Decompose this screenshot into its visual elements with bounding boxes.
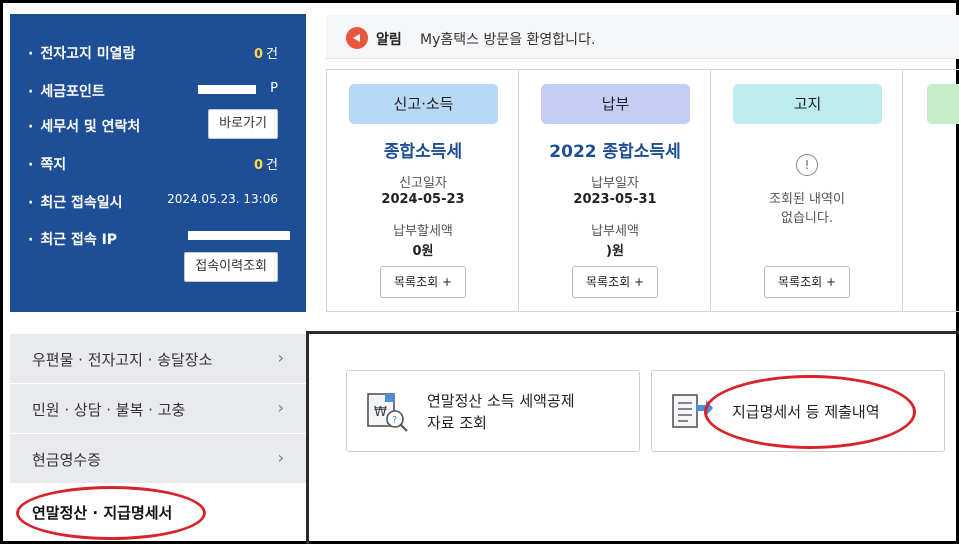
payment-list-button[interactable]: 목록조회 + <box>572 266 658 298</box>
points-label: 세금포인트 <box>28 81 104 101</box>
points-unit: P <box>270 81 278 96</box>
tax-agent-row: 세무서 및 연락처 바로가기 <box>10 109 306 139</box>
section-vertical-divider <box>306 331 309 544</box>
svg-text:₩: ₩ <box>374 405 387 420</box>
filing-list-button[interactable]: 목록조회 + <box>380 266 466 298</box>
last-login-label: 최근 접속일시 <box>28 192 122 212</box>
messages-row[interactable]: 쪽지 0건 <box>10 147 306 177</box>
card-notice: 고지 ! 조회된 내역이 없습니다. 목록조회 + <box>711 70 903 311</box>
annotation-ellipse-service <box>704 375 916 449</box>
tax-due-value: 0원 <box>412 244 434 259</box>
pill-partial[interactable] <box>927 84 959 124</box>
filing-date-value: 2024-05-23 <box>381 192 465 207</box>
exclamation-icon: ! <box>796 154 818 176</box>
card-payment: 납부 2022 종합소득세 납부일자 2023-05-31 납부세액 )원 목록… <box>519 70 711 311</box>
chevron-right-icon: › <box>277 398 284 417</box>
tax-due-label: 납부할세액 <box>393 224 453 239</box>
tax-agent-label: 세무서 및 연락처 <box>28 116 140 136</box>
card-filing-title[interactable]: 종합소득세 <box>327 137 519 162</box>
service-deduction-label: 연말정산 소득 세액공제 자료 조회 <box>427 392 575 432</box>
pill-filing[interactable]: 신고·소득 <box>349 84 498 124</box>
login-history-button[interactable]: 접속이력조회 <box>184 252 278 282</box>
summary-cards: 신고·소득 종합소득세 신고일자 2024-05-23 납부할세액 0원 목록조… <box>326 69 959 312</box>
chevron-right-icon: › <box>277 348 284 367</box>
card-filing: 신고·소득 종합소득세 신고일자 2024-05-23 납부할세액 0원 목록조… <box>327 70 519 311</box>
menu-item-civil[interactable]: 민원 · 상담 · 불복 · 고충 › <box>10 384 306 434</box>
last-login-row: 최근 접속일시 2024.05.23. 13:06 <box>10 185 306 215</box>
menu-item-cash-receipt[interactable]: 현금영수증 › <box>10 434 306 484</box>
last-login-value: 2024.05.23. 13:06 <box>167 192 278 206</box>
payment-date-value: 2023-05-31 <box>573 192 657 207</box>
annotation-ellipse-menu <box>16 486 206 540</box>
points-row: 세금포인트 P <box>10 74 306 104</box>
svg-text:?: ? <box>392 415 397 426</box>
notice-list-button[interactable]: 목록조회 + <box>764 266 850 298</box>
last-ip-label: 최근 접속 IP <box>28 229 117 249</box>
empty-message: 조회된 내역이 없습니다. <box>769 192 845 226</box>
chevron-right-icon: › <box>277 448 284 467</box>
payment-date-label: 납부일자 <box>591 176 639 191</box>
pill-payment[interactable]: 납부 <box>541 84 690 124</box>
last-ip-row: 최근 접속 IP <box>10 222 306 252</box>
user-info-panel: 전자고지 미열람 0건 세금포인트 P 세무서 및 연락처 바로가기 쪽지 0건… <box>10 14 306 312</box>
menu-item-mail[interactable]: 우편물 · 전자고지 · 송달장소 › <box>10 334 306 384</box>
notice-bar: 알림 My홈택스 방문을 환영합니다. <box>326 15 959 59</box>
notices-row[interactable]: 전자고지 미열람 0건 <box>10 36 306 66</box>
points-redaction <box>198 85 256 94</box>
pill-notice[interactable]: 고지 <box>733 84 882 124</box>
tax-paid-label: 납부세액 <box>591 224 639 239</box>
card-partial <box>903 70 959 311</box>
won-document-search-icon: ₩ ? <box>367 393 408 432</box>
notice-label: 알림 <box>376 32 402 48</box>
notice-text: My홈택스 방문을 환영합니다. <box>420 32 596 48</box>
megaphone-icon <box>346 27 368 49</box>
notices-label: 전자고지 미열람 <box>28 43 135 63</box>
service-deduction-lookup[interactable]: ₩ ? 연말정산 소득 세액공제 자료 조회 <box>346 370 640 452</box>
filing-date-label: 신고일자 <box>399 176 447 191</box>
messages-label: 쪽지 <box>28 154 66 174</box>
tax-paid-value: )원 <box>606 244 624 259</box>
ip-redaction <box>188 231 290 240</box>
section-divider <box>306 331 959 334</box>
messages-count: 0건 <box>253 158 278 173</box>
notices-count: 0건 <box>253 47 278 62</box>
card-payment-title[interactable]: 2022 종합소득세 <box>519 137 711 162</box>
shortcut-button[interactable]: 바로가기 <box>208 109 278 139</box>
